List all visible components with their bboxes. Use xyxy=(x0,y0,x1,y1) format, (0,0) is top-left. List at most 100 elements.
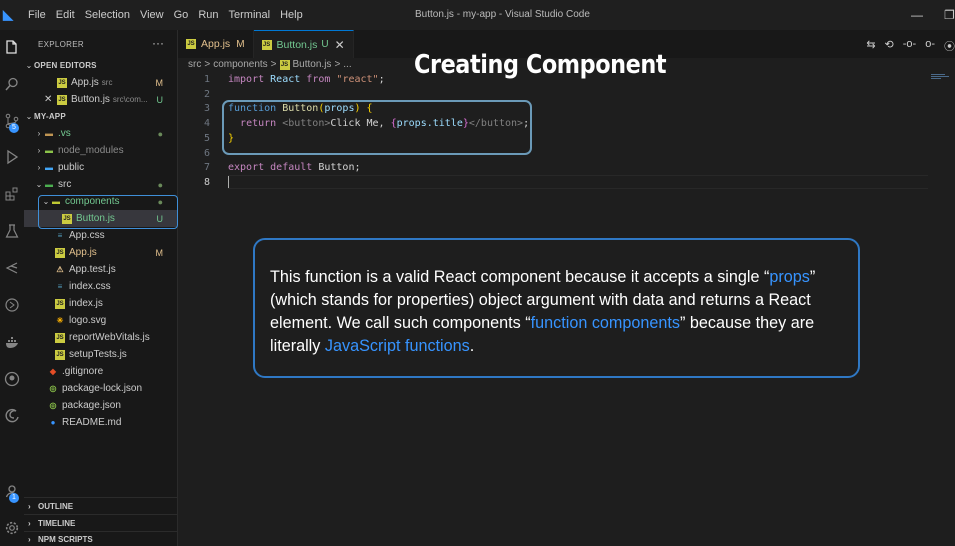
menu-go[interactable]: Go xyxy=(169,9,194,21)
npm-scripts-panel[interactable]: › NPM SCRIPTS xyxy=(24,531,177,546)
chevron-right-icon: › xyxy=(37,129,41,138)
tree-item-node-modules[interactable]: › ▬ node_modules xyxy=(24,142,177,159)
breadcrumb-separator: > xyxy=(334,59,341,70)
breadcrumb-components[interactable]: components xyxy=(213,59,267,70)
js-file-icon: JS xyxy=(55,349,65,360)
open-editor-item[interactable]: ✕ JS Button.js src\com... U xyxy=(24,91,177,108)
timeline-open-icon[interactable]: ⦿ xyxy=(944,38,955,54)
timeline-icon[interactable] xyxy=(3,296,21,314)
tree-item-index-js[interactable]: JS index.js xyxy=(24,295,177,312)
close-icon[interactable]: ✕ xyxy=(335,38,345,52)
chevron-right-icon: › xyxy=(28,501,31,511)
chevron-down-icon: ⌄ xyxy=(25,112,33,121)
menu-help[interactable]: Help xyxy=(275,9,308,21)
extensions-icon[interactable] xyxy=(3,185,21,203)
git-file-icon: ◆ xyxy=(49,366,57,376)
menu-file[interactable]: File xyxy=(23,9,51,21)
window-title: Button.js - my-app - Visual Studio Code xyxy=(415,9,590,20)
slide-title: Creating Component xyxy=(414,50,667,80)
chevron-right-icon: › xyxy=(37,146,41,155)
testing-icon[interactable] xyxy=(3,222,21,240)
breadcrumb-separator: > xyxy=(270,59,277,70)
tree-item-src[interactable]: ⌄ ▬ src ● xyxy=(24,176,177,193)
chevron-down-icon: ⌄ xyxy=(35,180,43,189)
menu-selection[interactable]: Selection xyxy=(80,9,135,21)
menu-bar: File Edit Selection View Go Run Terminal… xyxy=(23,9,308,21)
edge-devtools-icon[interactable] xyxy=(3,407,21,425)
tree-item-index-css[interactable]: ≡ index.css xyxy=(24,278,177,295)
search-icon[interactable] xyxy=(3,75,21,93)
js-file-icon: JS xyxy=(186,39,196,49)
tree-item-report-web-vitals[interactable]: JS reportWebVitals.js xyxy=(24,329,177,346)
menu-view[interactable]: View xyxy=(135,9,169,21)
tab-button-js[interactable]: JS Button.js U ✕ xyxy=(253,30,354,58)
callout-text: This function is a valid React component… xyxy=(270,268,816,355)
close-icon[interactable]: ✕ xyxy=(44,94,57,105)
chevron-down-icon: ⌄ xyxy=(25,61,33,70)
line-number: 2 xyxy=(203,88,210,100)
js-file-icon: JS xyxy=(279,59,290,70)
manage-gear-icon[interactable] xyxy=(3,519,21,537)
tree-item-gitignore[interactable]: ◆ .gitignore xyxy=(24,363,177,380)
tree-item-setup-tests[interactable]: JS setupTests.js xyxy=(24,346,177,363)
js-file-icon: JS xyxy=(261,39,272,50)
breadcrumb-file[interactable]: Button.js xyxy=(293,59,332,70)
tree-item-app-test-js[interactable]: ⚠ App.test.js xyxy=(24,261,177,278)
breadcrumb-symbol[interactable]: ... xyxy=(343,59,351,70)
timeline-panel[interactable]: › TIMELINE xyxy=(24,514,177,531)
docker-icon[interactable] xyxy=(3,333,21,351)
explanation-callout: This function is a valid React component… xyxy=(253,238,860,378)
run-debug-icon[interactable] xyxy=(3,148,21,166)
tree-item-package-json[interactable]: ◎ package.json xyxy=(24,397,177,414)
tree-item-app-js[interactable]: JS App.js M xyxy=(24,244,177,261)
menu-edit[interactable]: Edit xyxy=(51,9,80,21)
breadcrumb-src[interactable]: src xyxy=(188,59,201,70)
live-share-icon[interactable] xyxy=(3,259,21,277)
accounts-badge: 1 xyxy=(9,493,19,503)
line-number: 3 xyxy=(203,103,210,115)
code-line-7: export default Button; xyxy=(228,162,361,174)
tree-item-logo-svg[interactable]: ✳ logo.svg xyxy=(24,312,177,329)
github-icon[interactable] xyxy=(3,370,21,388)
code-line-1: import React from "react"; xyxy=(228,74,385,85)
npm-file-icon: ◎ xyxy=(49,400,57,410)
svg-file-icon: ✳ xyxy=(56,315,64,325)
line-number: 6 xyxy=(203,147,210,159)
outline-panel[interactable]: › OUTLINE xyxy=(24,497,177,514)
open-editor-item[interactable]: JS App.js src M xyxy=(24,74,177,91)
title-bar: ◣ File Edit Selection View Go Run Termin… xyxy=(0,0,955,30)
folder-public-icon: ▬ xyxy=(45,162,53,172)
js-file-icon: JS xyxy=(57,77,67,88)
test-file-icon: ⚠ xyxy=(56,264,64,274)
menu-run[interactable]: Run xyxy=(193,9,223,21)
css-file-icon: ≡ xyxy=(57,230,63,240)
breadcrumb: src > components > JS Button.js > ... xyxy=(188,59,352,70)
explorer-more-button[interactable]: ··· xyxy=(152,36,164,50)
compare-changes-icon[interactable]: ⇆ xyxy=(866,38,875,54)
callout-function-components: function components xyxy=(530,314,681,332)
project-section[interactable]: ⌄ MY-APP xyxy=(24,108,177,125)
js-file-icon: JS xyxy=(57,94,67,105)
line-number: 5 xyxy=(203,132,210,144)
go-back-icon[interactable]: ⟲ xyxy=(885,38,894,54)
tree-item-vs[interactable]: › ▬ .vs ● xyxy=(24,125,177,142)
js-file-icon: JS xyxy=(55,247,65,258)
tree-item-readme[interactable]: ● README.md xyxy=(24,414,177,431)
open-editors-section[interactable]: ⌄ OPEN EDITORS xyxy=(24,57,177,74)
minimap[interactable] xyxy=(931,74,949,80)
explorer-sidebar: EXPLORER ··· ⌄ OPEN EDITORS JS App.js sr… xyxy=(24,30,178,546)
function-highlight-box xyxy=(222,100,532,155)
restore-button[interactable]: ❐ xyxy=(944,8,955,22)
tree-item-package-lock[interactable]: ◎ package-lock.json xyxy=(24,380,177,397)
menu-terminal[interactable]: Terminal xyxy=(224,9,276,21)
minimize-button[interactable]: — xyxy=(911,8,923,22)
explorer-icon[interactable] xyxy=(3,38,21,56)
git-next-icon[interactable]: o- xyxy=(925,38,935,54)
git-commit-icon[interactable]: -o- xyxy=(903,38,916,54)
tree-item-app-css[interactable]: ≡ App.css xyxy=(24,227,177,244)
tree-item-public[interactable]: › ▬ public xyxy=(24,159,177,176)
editor-actions: ⇆ ⟲ -o- o- ⦿ xyxy=(866,38,955,54)
explorer-header: EXPLORER xyxy=(38,40,84,49)
chevron-right-icon: › xyxy=(28,534,31,544)
tab-app-js[interactable]: JS App.js M xyxy=(178,30,254,58)
